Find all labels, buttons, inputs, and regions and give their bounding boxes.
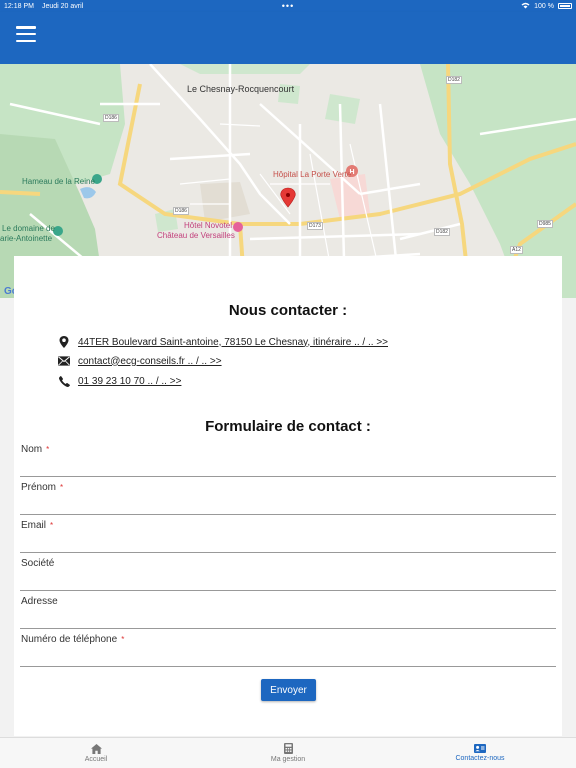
calculator-icon — [283, 743, 293, 754]
first-name-input[interactable] — [20, 477, 556, 514]
location-pin-icon — [58, 336, 70, 348]
form-title: Formulaire de contact : — [205, 418, 371, 435]
contact-card: Nous contacter : 44TER Boulevard Saint-a… — [14, 256, 562, 736]
app-bar — [0, 12, 576, 64]
status-date: Jeudi 20 avril — [41, 2, 84, 10]
nav-label-management: Ma gestion — [270, 756, 306, 763]
submit-button[interactable]: Envoyer — [261, 679, 316, 701]
map-label-town: Le Chesnay-Rocquencourt — [187, 84, 295, 94]
name-field[interactable]: Nom * — [20, 439, 556, 477]
nav-label-home: Accueil — [84, 755, 108, 763]
nav-item-home[interactable]: Accueil — [0, 738, 192, 768]
email-row[interactable]: contact@ecg-conseils.fr .. / .. >> — [58, 355, 222, 367]
home-icon — [90, 743, 102, 754]
menu-icon[interactable] — [16, 26, 36, 42]
road-d186-a: D186 — [103, 114, 119, 122]
map-label-hotel-2: Château de Versailles — [157, 231, 235, 240]
nav-item-management[interactable]: Ma gestion — [192, 738, 384, 768]
map-label-domaine-2: arie-Antoinette — [0, 234, 53, 243]
company-field[interactable]: Société — [20, 553, 556, 591]
nav-label-contact: Contactez-nous — [455, 755, 505, 762]
phone-icon — [58, 375, 70, 387]
road-d186-b: D186 — [173, 207, 189, 215]
status-time: 12:18 PM — [4, 2, 34, 10]
map-label-hotel-1: Hôtel Novotel — [184, 221, 233, 230]
battery-icon — [558, 3, 572, 9]
first-name-field[interactable]: Prénom * — [20, 477, 556, 515]
email-link[interactable]: contact@ecg-conseils.fr .. / .. >> — [78, 356, 222, 367]
email-field[interactable]: Email * — [20, 515, 556, 553]
email-input[interactable] — [20, 515, 556, 552]
envelope-icon — [58, 355, 70, 367]
map-label-hopital: Hôpital La Porte Verte — [273, 170, 352, 179]
phone-link[interactable]: 01 39 23 10 70 .. / .. >> — [78, 376, 181, 387]
map-label-domaine-1: Le domaine de — [2, 224, 55, 233]
road-d173: D173 — [307, 222, 323, 230]
contact-title: Nous contacter : — [228, 302, 348, 319]
road-d985: D985 — [537, 220, 553, 228]
map-label-hameau: Hameau de la Reine — [22, 177, 95, 186]
contact-card-icon — [474, 744, 486, 753]
status-bar: 12:18 PM Jeudi 20 avril ••• 100 % — [0, 0, 576, 12]
address-link[interactable]: 44TER Boulevard Saint-antoine, 78150 Le … — [78, 337, 388, 348]
battery-level: 100 % — [534, 2, 554, 10]
road-d182-a: D182 — [446, 76, 462, 84]
multitasking-dots[interactable]: ••• — [282, 2, 294, 11]
address-input[interactable] — [20, 591, 556, 628]
phone-input[interactable] — [20, 629, 556, 666]
nav-item-contact[interactable]: Contactez-nous — [384, 738, 576, 768]
address-row[interactable]: 44TER Boulevard Saint-antoine, 78150 Le … — [58, 336, 388, 348]
bottom-nav: Accueil Ma gestion Contactez-nous — [0, 737, 576, 768]
road-d182-b: D182 — [434, 228, 450, 236]
company-input[interactable] — [20, 553, 556, 590]
address-field[interactable]: Adresse — [20, 591, 556, 629]
phone-row[interactable]: 01 39 23 10 70 .. / .. >> — [58, 375, 181, 387]
wifi-icon — [521, 2, 530, 11]
name-input[interactable] — [20, 439, 556, 476]
road-a12: A12 — [510, 246, 523, 254]
phone-field[interactable]: Numéro de téléphone * — [20, 629, 556, 667]
